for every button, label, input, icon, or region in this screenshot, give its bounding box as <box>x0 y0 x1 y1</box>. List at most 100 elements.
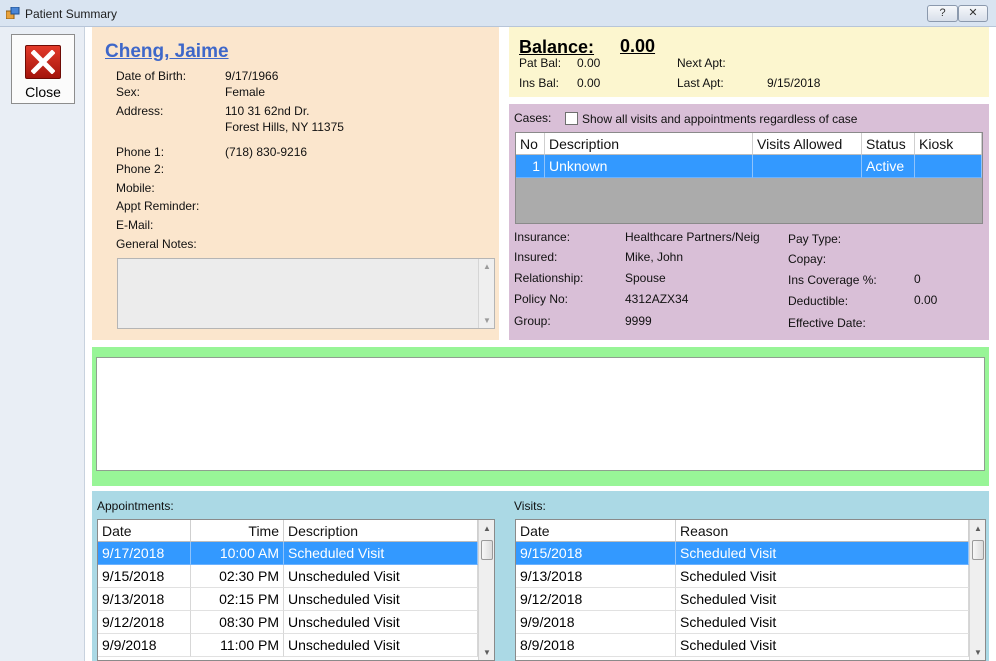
help-button[interactable]: ? <box>927 5 958 22</box>
appointments-visits-panel: Appointments: Visits: Date Time Descript… <box>92 491 989 661</box>
cases-col-kiosk[interactable]: Kiosk <box>915 133 982 155</box>
deductible-label: Deductible: <box>788 294 849 308</box>
email-label: E-Mail: <box>116 218 154 232</box>
notes-textarea[interactable] <box>96 357 985 471</box>
visits-col-date[interactable]: Date <box>516 520 676 542</box>
appt-row-description[interactable]: Unscheduled Visit <box>284 611 478 634</box>
insurance-value: Healthcare Partners/Neig <box>625 230 760 244</box>
scroll-down-icon[interactable]: ▼ <box>483 648 491 657</box>
appointments-label: Appointments: <box>97 499 174 513</box>
show-all-checkbox[interactable] <box>565 112 578 125</box>
appt-row-description[interactable]: Unscheduled Visit <box>284 634 478 657</box>
appointments-scrollbar[interactable]: ▲ ▼ <box>478 520 494 660</box>
appt-col-description[interactable]: Description <box>284 520 478 542</box>
visit-row-reason[interactable]: Scheduled Visit <box>676 588 969 611</box>
visits-col-reason[interactable]: Reason <box>676 520 969 542</box>
appointments-grid: Date Time Description 9/17/2018 10:00 AM… <box>97 519 495 661</box>
relationship-label: Relationship: <box>514 271 584 285</box>
appt-col-time[interactable]: Time <box>191 520 284 542</box>
case-row-status[interactable]: Active <box>862 155 915 178</box>
case-row-kiosk[interactable] <box>915 155 982 178</box>
appt-row-date[interactable]: 9/12/2018 <box>98 611 191 634</box>
scroll-up-icon[interactable]: ▲ <box>483 524 491 533</box>
visit-row-reason[interactable]: Scheduled Visit <box>676 565 969 588</box>
left-toolbar <box>0 27 85 661</box>
close-button[interactable]: Close <box>11 34 75 104</box>
relationship-value: Spouse <box>625 271 666 285</box>
cases-col-status[interactable]: Status <box>862 133 915 155</box>
case-row-description[interactable]: Unknown <box>545 155 753 178</box>
appt-row-date[interactable]: 9/17/2018 <box>98 542 191 565</box>
insured-value: Mike, John <box>625 250 684 264</box>
appt-row-date[interactable]: 9/13/2018 <box>98 588 191 611</box>
phone1-value: (718) 830-9216 <box>225 145 308 159</box>
general-notes-label: General Notes: <box>116 237 197 251</box>
visits-grid: Date Reason 9/15/2018 Scheduled Visit 9/… <box>515 519 986 661</box>
appt-reminder-label: Appt Reminder: <box>116 199 200 213</box>
notes-panel <box>92 347 989 486</box>
scroll-up-icon[interactable]: ▲ <box>483 262 491 271</box>
sex-value: Female <box>225 85 266 99</box>
pat-bal-label: Pat Bal: <box>519 56 562 70</box>
visit-row-date[interactable]: 9/13/2018 <box>516 565 676 588</box>
appt-row-time[interactable]: 10:00 AM <box>191 542 284 565</box>
group-value: 9999 <box>625 314 652 328</box>
address-line2: Forest Hills, NY 11375 <box>225 120 344 134</box>
visit-row-reason[interactable]: Scheduled Visit <box>676 542 969 565</box>
close-icon <box>25 45 61 79</box>
general-notes-textarea[interactable]: ▲ ▼ <box>117 258 495 329</box>
mobile-label: Mobile: <box>116 181 155 195</box>
balance-panel: Balance: 0.00 Pat Bal: 0.00 Ins Bal: 0.0… <box>509 27 989 97</box>
effective-date-label: Effective Date: <box>788 316 866 330</box>
ins-bal-label: Ins Bal: <box>519 76 560 90</box>
visit-row-date[interactable]: 9/9/2018 <box>516 611 676 634</box>
pat-bal-value: 0.00 <box>577 56 601 70</box>
last-apt-value: 9/15/2018 <box>767 76 821 90</box>
appt-row-time[interactable]: 11:00 PM <box>191 634 284 657</box>
appt-row-time[interactable]: 02:15 PM <box>191 588 284 611</box>
scroll-down-icon[interactable]: ▼ <box>974 648 982 657</box>
visit-row-date[interactable]: 9/15/2018 <box>516 542 676 565</box>
copay-label: Copay: <box>788 252 827 266</box>
balance-title: Balance: <box>519 37 595 57</box>
insurance-label: Insurance: <box>514 230 571 244</box>
phone1-label: Phone 1: <box>116 145 165 159</box>
deductible-value: 0.00 <box>914 293 938 307</box>
visit-row-reason[interactable]: Scheduled Visit <box>676 634 969 657</box>
case-row-no[interactable]: 1 <box>516 155 545 178</box>
last-apt-label: Last Apt: <box>677 76 724 90</box>
case-row-visits-allowed[interactable] <box>753 155 862 178</box>
visit-row-reason[interactable]: Scheduled Visit <box>676 611 969 634</box>
appt-row-date[interactable]: 9/9/2018 <box>98 634 191 657</box>
scroll-up-icon[interactable]: ▲ <box>974 524 982 533</box>
insured-label: Insured: <box>514 250 558 264</box>
cases-label: Cases: <box>514 111 552 125</box>
cases-col-no[interactable]: No <box>516 133 545 155</box>
policy-no-value: 4312AZX34 <box>625 292 689 306</box>
appt-col-date[interactable]: Date <box>98 520 191 542</box>
patient-name-link[interactable]: Cheng, Jaime <box>105 41 229 63</box>
appt-row-description[interactable]: Unscheduled Visit <box>284 565 478 588</box>
scroll-thumb[interactable] <box>481 540 493 560</box>
visit-row-date[interactable]: 8/9/2018 <box>516 634 676 657</box>
general-notes-scrollbar[interactable]: ▲ ▼ <box>478 259 494 328</box>
appt-row-date[interactable]: 9/15/2018 <box>98 565 191 588</box>
visit-row-date[interactable]: 9/12/2018 <box>516 588 676 611</box>
appt-row-time[interactable]: 02:30 PM <box>191 565 284 588</box>
visits-scrollbar[interactable]: ▲ ▼ <box>969 520 985 660</box>
show-all-label[interactable]: Show all visits and appointments regardl… <box>582 112 857 126</box>
appt-row-description[interactable]: Scheduled Visit <box>284 542 478 565</box>
cases-col-description[interactable]: Description <box>545 133 753 155</box>
patient-info-panel: Cheng, Jaime Date of Birth: 9/17/1966 Se… <box>92 27 499 340</box>
appt-row-description[interactable]: Unscheduled Visit <box>284 588 478 611</box>
group-label: Group: <box>514 314 551 328</box>
app-icon <box>5 6 20 20</box>
appt-row-time[interactable]: 08:30 PM <box>191 611 284 634</box>
scroll-thumb[interactable] <box>972 540 984 560</box>
scroll-down-icon[interactable]: ▼ <box>483 316 491 325</box>
cases-col-visits-allowed[interactable]: Visits Allowed <box>753 133 862 155</box>
phone2-label: Phone 2: <box>116 162 165 176</box>
window-close-button[interactable]: ✕ <box>958 5 988 22</box>
policy-no-label: Policy No: <box>514 292 569 306</box>
title-bar: Patient Summary ? ✕ <box>0 0 996 27</box>
